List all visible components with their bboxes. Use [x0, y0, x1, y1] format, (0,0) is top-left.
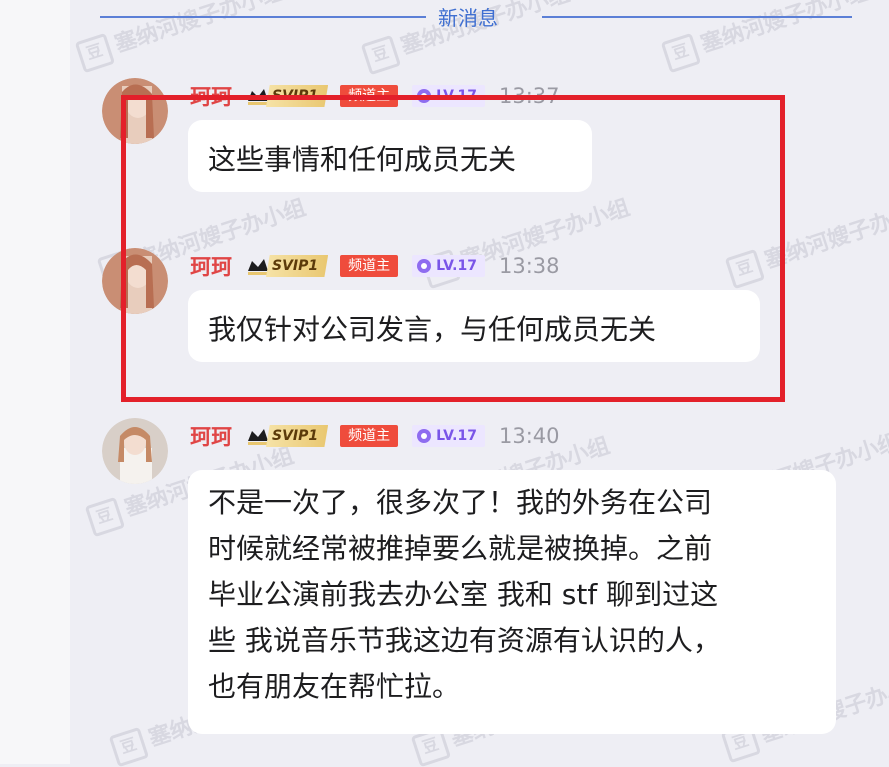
message-text-line: 时候就经常被推掉要么就是被换掉。之前: [208, 532, 713, 565]
level-badge: LV.17: [412, 425, 485, 447]
watermark-icon: 豆: [84, 496, 126, 538]
message-bubble[interactable]: 不是一次了，很多次了！我的外务在公司 时候就经常被推掉要么就是被换掉。之前 毕业…: [188, 470, 836, 734]
divider-label: 新消息: [438, 6, 498, 30]
message-header: 珂珂 SVIP1 频道主 LV.17 13:40: [190, 422, 560, 450]
message-text-line: 些 我说音乐节我这边有资源有认识的人，: [208, 624, 721, 657]
watermark-icon: 豆: [360, 34, 402, 76]
message-text-line: 不是一次了，很多次了！我的外务在公司: [208, 486, 713, 519]
watermark-icon: 豆: [660, 32, 702, 74]
avatar[interactable]: [102, 418, 168, 484]
new-message-divider: 新消息: [70, 0, 889, 36]
username[interactable]: 珂珂: [190, 421, 232, 451]
crown-icon: [248, 429, 268, 445]
message-text-line: 也有朋友在帮忙拉。: [208, 670, 461, 703]
level-icon: [417, 429, 432, 443]
message-time: 13:40: [498, 424, 560, 448]
watermark-icon: 豆: [74, 32, 116, 74]
svip-badge: SVIP1: [246, 425, 329, 447]
divider-line: [542, 16, 852, 18]
watermark-icon: 豆: [108, 726, 150, 767]
highlight-box: [121, 95, 785, 402]
message-text-line: 毕业公演前我去办公室 我和 stf 聊到过这: [208, 578, 719, 611]
divider-line: [100, 16, 426, 18]
left-panel: [0, 0, 70, 764]
channel-owner-badge: 频道主: [340, 425, 399, 447]
